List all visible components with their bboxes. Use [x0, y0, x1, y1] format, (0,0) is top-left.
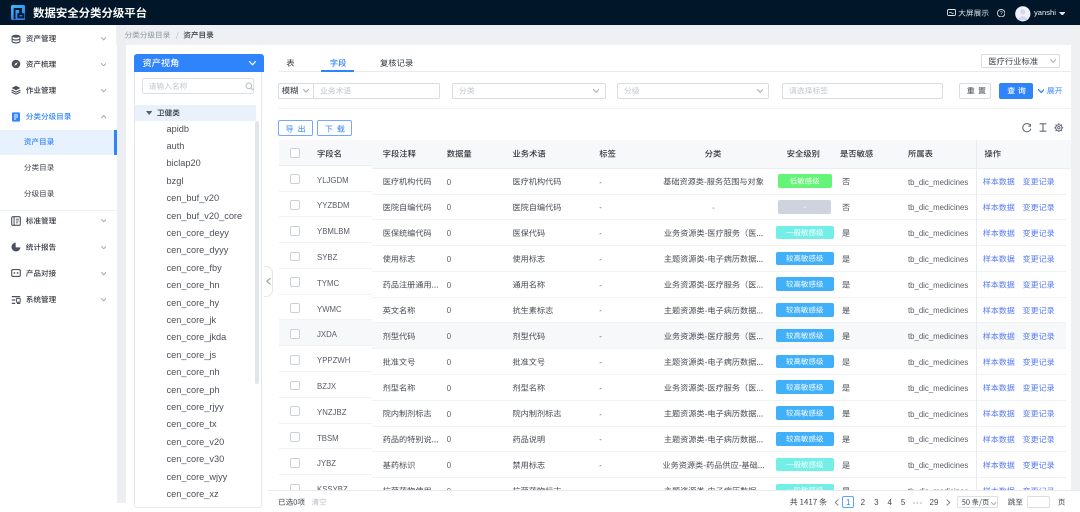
- svg-text:?: ?: [1000, 11, 1003, 17]
